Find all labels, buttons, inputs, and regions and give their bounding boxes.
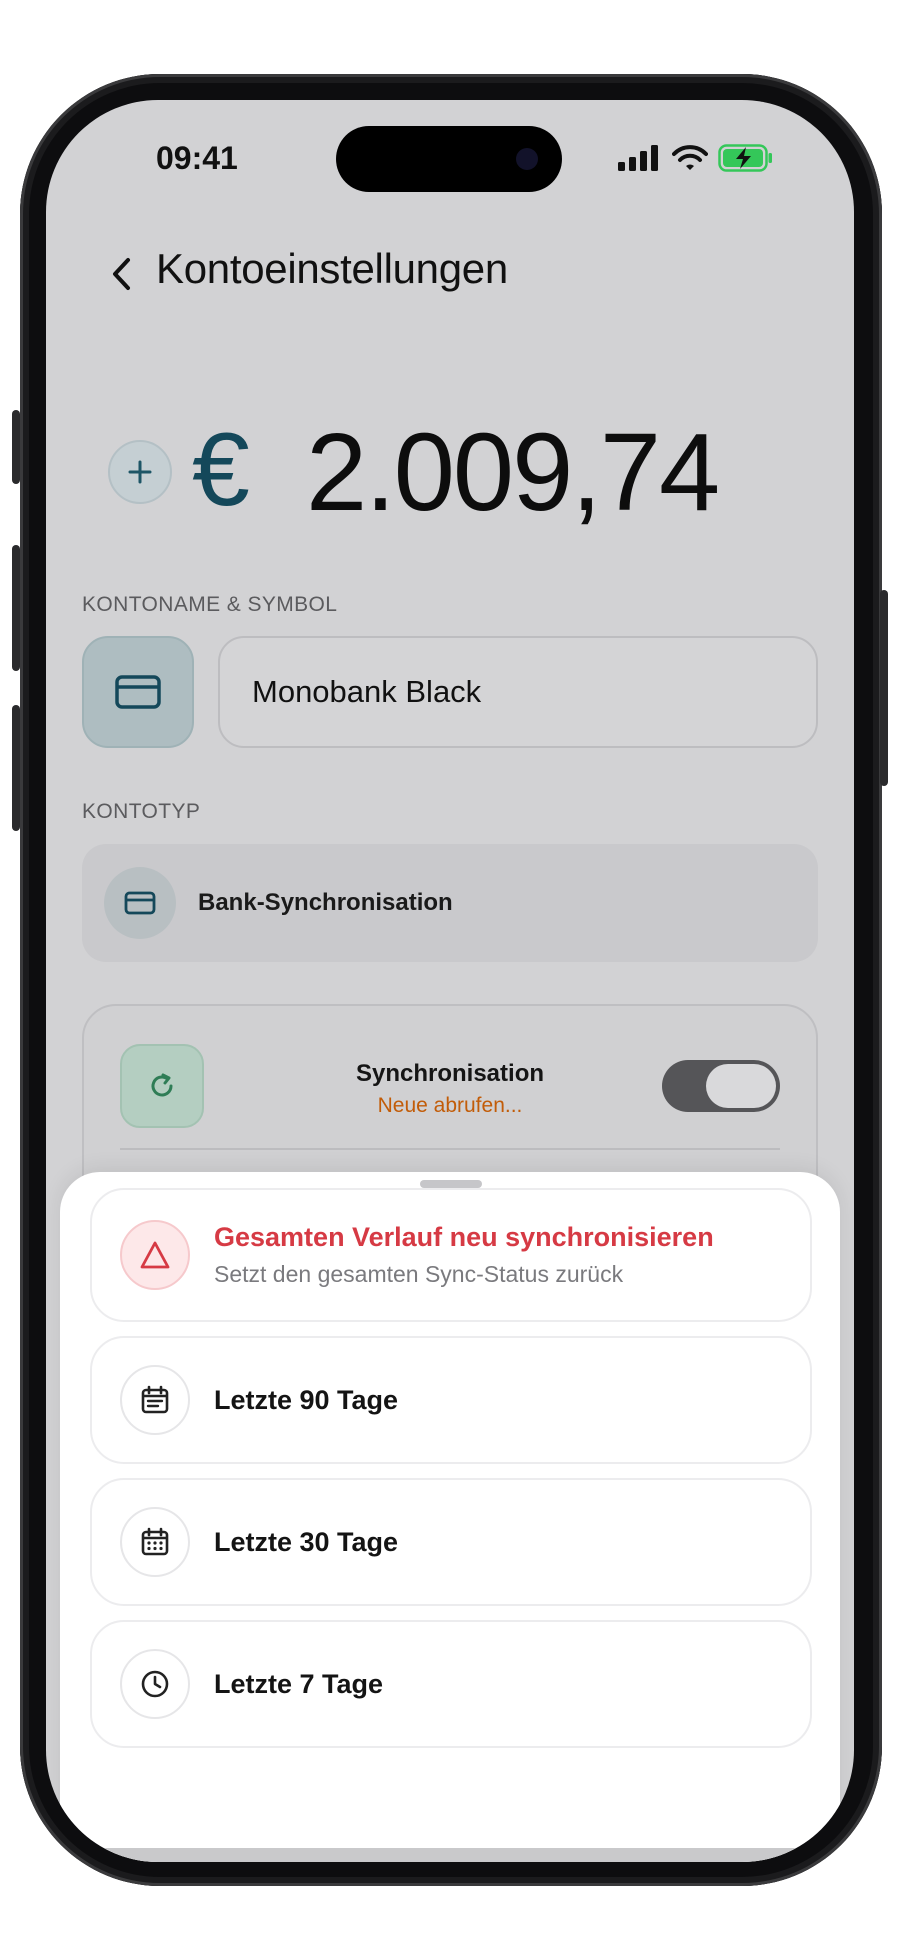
option-last-7-days[interactable]: Letzte 7 Tage bbox=[90, 1620, 812, 1748]
credit-card-icon bbox=[115, 675, 161, 709]
dynamic-island bbox=[336, 126, 562, 192]
warning-triangle-icon bbox=[140, 1241, 170, 1269]
sync-divider bbox=[120, 1148, 780, 1150]
option-subtitle: Setzt den gesamten Sync-Status zurück bbox=[214, 1261, 624, 1287]
option-icon-wrap bbox=[120, 1649, 190, 1719]
account-type-icon-wrap bbox=[104, 867, 176, 939]
credit-card-icon bbox=[124, 891, 156, 915]
plus-icon bbox=[128, 460, 152, 484]
option-title: Letzte 7 Tage bbox=[214, 1668, 384, 1699]
balance-amount[interactable]: 2.009,74 bbox=[306, 418, 720, 528]
option-icon-wrap bbox=[120, 1507, 190, 1577]
account-name-input[interactable]: Monobank Black bbox=[218, 636, 818, 748]
wifi-icon bbox=[672, 145, 708, 170]
option-icon-wrap bbox=[120, 1365, 190, 1435]
option-title: Gesamten Verlauf neu synchronisieren bbox=[214, 1222, 714, 1252]
section-label-account-name: KONTONAME & SYMBOL bbox=[82, 593, 338, 616]
battery-charging-icon bbox=[718, 144, 772, 172]
option-last-30-days[interactable]: Letzte 30 Tage bbox=[90, 1478, 812, 1606]
side-button-volume-down bbox=[12, 705, 20, 831]
side-button-volume-up bbox=[12, 545, 20, 671]
calendar-grid-icon bbox=[141, 1527, 169, 1556]
option-icon-wrap bbox=[120, 1220, 190, 1290]
account-symbol-button[interactable] bbox=[82, 636, 194, 748]
side-button-action bbox=[12, 410, 20, 484]
page-title: Kontoeinstellungen bbox=[156, 245, 508, 292]
currency-symbol[interactable]: € bbox=[192, 418, 250, 522]
adjust-balance-button[interactable] bbox=[108, 440, 172, 504]
account-type-label: Bank-Synchronisation bbox=[198, 889, 453, 916]
account-type-selector[interactable]: Bank-Synchronisation bbox=[82, 844, 818, 962]
option-full-resync[interactable]: Gesamten Verlauf neu synchronisieren Set… bbox=[90, 1188, 812, 1322]
option-title: Letzte 90 Tage bbox=[214, 1384, 399, 1415]
status-time: 09:41 bbox=[156, 140, 238, 176]
status-icons bbox=[618, 144, 774, 172]
calendar-list-icon bbox=[141, 1385, 169, 1414]
back-button[interactable] bbox=[98, 250, 146, 298]
option-last-90-days[interactable]: Letzte 90 Tage bbox=[90, 1336, 812, 1464]
section-label-account-type: KONTOTYP bbox=[82, 800, 201, 823]
chevron-left-icon bbox=[113, 258, 130, 290]
sync-toggle[interactable] bbox=[662, 1060, 780, 1112]
bottom-edge bbox=[46, 1848, 854, 1862]
sheet-drag-handle[interactable] bbox=[420, 1180, 482, 1188]
side-button-power bbox=[880, 590, 888, 786]
signal-icon bbox=[618, 145, 658, 171]
phone-screen: 09:41 Kontoeinstellungen € 2.009,74 KONT… bbox=[46, 100, 854, 1862]
clock-icon bbox=[141, 1670, 169, 1698]
resync-options-sheet: Gesamten Verlauf neu synchronisieren Set… bbox=[60, 1172, 840, 1862]
option-title: Letzte 30 Tage bbox=[214, 1526, 399, 1557]
